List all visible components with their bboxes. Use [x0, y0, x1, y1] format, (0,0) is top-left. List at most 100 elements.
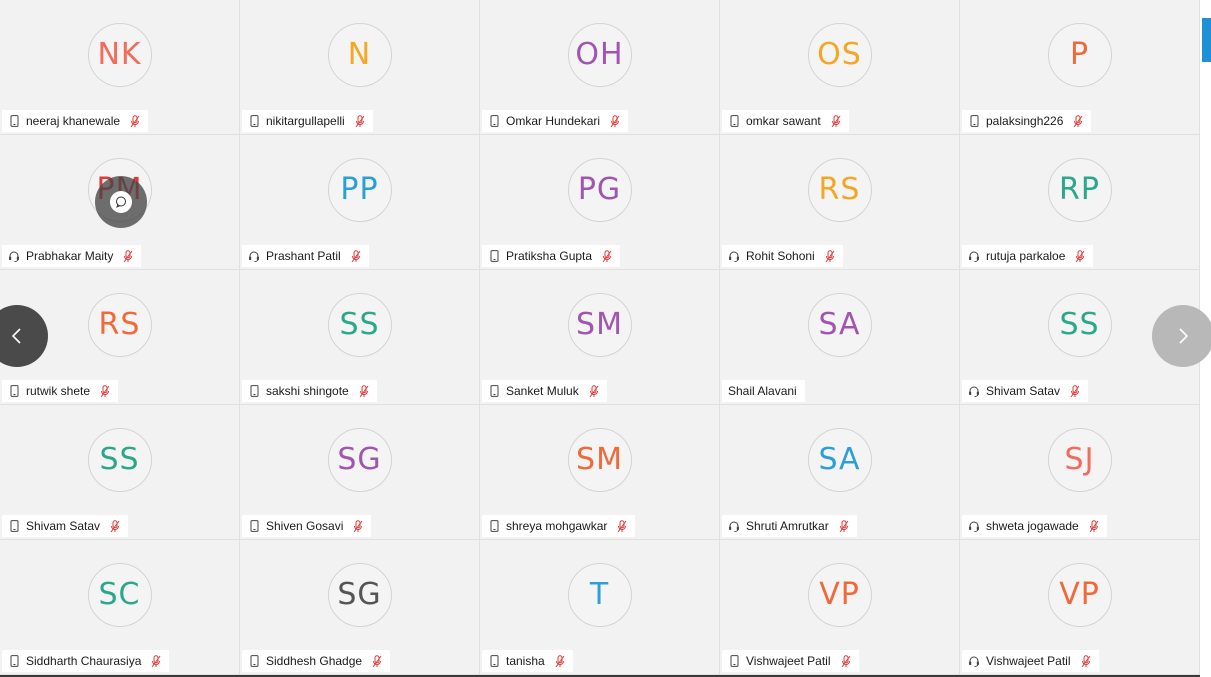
participant-tile[interactable]: SJ shweta jogawade: [960, 405, 1200, 540]
participant-name: Prabhakar Maity: [26, 249, 114, 263]
participant-tile[interactable]: OH Omkar Hundekari: [480, 0, 720, 135]
device-phone: [8, 655, 20, 667]
participant-tile[interactable]: OS omkar sawant: [720, 0, 960, 135]
participant-tile[interactable]: Ttanisha: [480, 540, 720, 675]
participant-nameplate: rutwik shete: [2, 380, 119, 402]
mic-muted-icon: [123, 249, 133, 262]
participant-nameplate: Rohit Sohoni: [722, 245, 843, 267]
mic-muted-icon: [617, 519, 627, 532]
mic-muted-icon: [1075, 249, 1085, 262]
participant-tile[interactable]: SA Shruti Amrutkar: [720, 405, 960, 540]
participant-name: palaksingh226: [986, 114, 1064, 128]
mic-muted-icon: [555, 654, 565, 667]
mic-muted-icon: [353, 519, 363, 532]
next-page-button[interactable]: [1152, 305, 1211, 367]
mic-muted-icon: [841, 654, 850, 667]
phone-icon: [730, 115, 738, 127]
chat-button[interactable]: [95, 176, 147, 228]
mute-indicator: [353, 519, 363, 532]
avatar: SJ: [1047, 428, 1112, 492]
participant-nameplate: sakshi shingote: [242, 380, 377, 402]
participant-tile[interactable]: PP Prashant Patil: [240, 135, 480, 270]
device-phone: [728, 115, 740, 127]
device-headset: [248, 250, 260, 262]
device-phone: [8, 520, 20, 532]
participant-tile[interactable]: PG Pratiksha Gupta: [480, 135, 720, 270]
participant-name: Shiven Gosavi: [266, 519, 344, 533]
mic-muted-icon: [1081, 654, 1090, 667]
device-phone: [488, 520, 500, 532]
headset-icon: [729, 251, 739, 262]
device-headset: [968, 655, 980, 667]
participant-tile[interactable]: SS Shivam Satav: [0, 405, 240, 540]
device-phone: [248, 115, 260, 127]
participant-tile[interactable]: VP Vishwajeet Patil: [720, 540, 960, 675]
device-phone: [248, 520, 260, 532]
mic-muted-icon: [110, 519, 120, 532]
mic-muted-icon: [831, 114, 841, 127]
avatar: SA: [807, 293, 872, 357]
participant-nameplate: shweta jogawade: [962, 515, 1107, 537]
mute-indicator: [355, 114, 365, 127]
participant-name: Rohit Sohoni: [746, 249, 815, 263]
participant-tile[interactable]: NK neeraj khanewale: [0, 0, 240, 135]
participant-tile[interactable]: Ppalaksingh226: [960, 0, 1200, 135]
mute-indicator: [123, 249, 133, 262]
participant-tile[interactable]: SM shreya mohgawkar: [480, 405, 720, 540]
participant-tile[interactable]: RP rutuja parkaloe: [960, 135, 1200, 270]
phone-icon: [250, 115, 258, 127]
participant-nameplate: Shivam Satav: [2, 515, 129, 537]
mic-muted-icon: [1089, 519, 1099, 532]
participant-tile[interactable]: SG Shiven Gosavi: [240, 405, 480, 540]
device-phone: [8, 115, 20, 127]
participant-name: Omkar Hundekari: [506, 114, 601, 128]
participant-tile[interactable]: Nnikitargullapelli: [240, 0, 480, 135]
headset-icon: [729, 521, 739, 532]
phone-icon: [490, 520, 498, 532]
phone-icon: [490, 655, 498, 667]
device-headset: [8, 250, 20, 262]
mute-indicator: [555, 654, 565, 667]
participant-nameplate: Shail Alavani: [722, 380, 805, 402]
mute-indicator: [151, 654, 161, 667]
avatar: RS: [807, 158, 872, 222]
device-phone: [8, 385, 20, 397]
participant-nameplate: Shivam Satav: [962, 380, 1089, 402]
participant-tile[interactable]: SG Siddhesh Ghadge: [240, 540, 480, 675]
participant-nameplate: Shiven Gosavi: [242, 515, 372, 537]
participant-name: Prashant Patil: [266, 249, 341, 263]
avatar: SS: [1047, 293, 1112, 357]
mute-indicator: [610, 114, 620, 127]
mute-indicator: [1075, 249, 1085, 262]
chevron-left-icon: [11, 328, 21, 344]
phone-icon: [10, 520, 18, 532]
phone-icon: [970, 115, 978, 127]
headset-icon: [969, 386, 979, 397]
mute-indicator: [351, 249, 361, 262]
mute-indicator: [831, 114, 841, 127]
avatar: PP: [327, 158, 392, 222]
participant-name: sakshi shingote: [266, 384, 349, 398]
participant-nameplate: omkar sawant: [722, 110, 849, 132]
participant-tile[interactable]: SM Sanket Muluk: [480, 270, 720, 405]
participant-tile[interactable]: SA Shail Alavani: [720, 270, 960, 405]
participant-tile[interactable]: SC Siddharth Chaurasiya: [0, 540, 240, 675]
scrollbar-thumb[interactable]: [1202, 18, 1211, 62]
device-phone: [248, 385, 260, 397]
participant-name: Siddharth Chaurasiya: [26, 654, 142, 668]
mic-muted-icon: [372, 654, 382, 667]
headset-icon: [9, 251, 19, 262]
participant-tile[interactable]: VP Vishwajeet Patil: [960, 540, 1200, 675]
mute-indicator: [589, 384, 599, 397]
headset-icon: [969, 656, 979, 667]
participant-nameplate: Vishwajeet Patil: [962, 650, 1099, 672]
participant-nameplate: Pratiksha Gupta: [482, 245, 621, 267]
participant-tile[interactable]: SS sakshi shingote: [240, 270, 480, 405]
participant-tile[interactable]: RS Rohit Sohoni: [720, 135, 960, 270]
avatar: NK: [87, 23, 152, 87]
mute-indicator: [100, 384, 110, 397]
phone-icon: [730, 655, 738, 667]
participant-nameplate: shreya mohgawkar: [482, 515, 636, 537]
device-phone: [488, 655, 500, 667]
participant-nameplate: nikitargullapelli: [242, 110, 373, 132]
